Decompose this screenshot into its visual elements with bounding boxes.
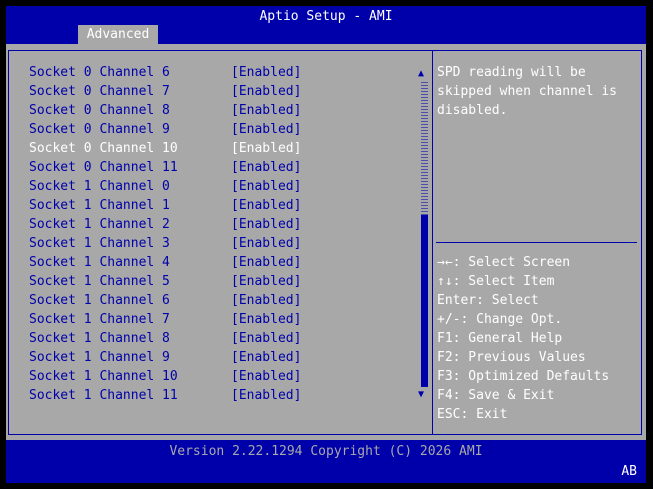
setting-value[interactable]: [Enabled] <box>231 272 301 291</box>
setting-label: Socket 1 Channel 6 <box>29 293 170 308</box>
window-title: Aptio Setup - AMI <box>259 9 393 24</box>
key-optimized-defaults: F3: Optimized Defaults <box>437 369 610 384</box>
scroll-down-icon[interactable]: ▼ <box>418 390 424 400</box>
tab-advanced[interactable]: Advanced <box>78 25 158 44</box>
setting-value[interactable]: [Enabled] <box>231 215 301 234</box>
setting-value[interactable]: [Enabled] <box>231 367 301 386</box>
panel-divider <box>432 50 433 435</box>
setting-value[interactable]: [Enabled] <box>231 386 301 405</box>
setting-label: Socket 1 Channel 10 <box>29 369 178 384</box>
setting-label: Socket 1 Channel 1 <box>29 198 170 213</box>
key-enter: Enter: Select <box>437 293 539 308</box>
setting-label: Socket 1 Channel 2 <box>29 217 170 232</box>
setting-value[interactable]: [Enabled] <box>231 310 301 329</box>
setting-label: Socket 1 Channel 5 <box>29 274 170 289</box>
setting-label: Socket 0 Channel 8 <box>29 103 170 118</box>
setting-value[interactable]: [Enabled] <box>231 82 301 101</box>
setting-label: Socket 0 Channel 7 <box>29 84 170 99</box>
setting-value[interactable]: [Enabled] <box>231 348 301 367</box>
key-general-help: F1: General Help <box>437 331 563 346</box>
footer-bar: Version 2.22.1294 Copyright (C) 2026 AMI… <box>6 440 646 483</box>
setting-label: Socket 1 Channel 8 <box>29 331 170 346</box>
help-divider <box>436 242 637 243</box>
setting-label: Socket 1 Channel 0 <box>29 179 170 194</box>
setting-label: Socket 0 Channel 10 <box>29 141 178 156</box>
setting-value[interactable]: [Enabled] <box>231 139 301 158</box>
setting-label: Socket 0 Channel 6 <box>29 65 170 80</box>
bios-frame: Aptio Setup - AMI Advanced Socket 0 Chan… <box>6 6 646 483</box>
title-bar: Aptio Setup - AMI Advanced <box>6 6 646 44</box>
key-select-screen: →←: Select Screen <box>437 255 571 270</box>
setting-label: Socket 1 Channel 11 <box>29 388 178 403</box>
setting-label: Socket 1 Channel 4 <box>29 255 170 270</box>
setting-label: Socket 0 Channel 9 <box>29 122 170 137</box>
key-change-opt: +/-: Change Opt. <box>437 312 563 327</box>
key-escape: ESC: Exit <box>437 407 508 422</box>
setting-label: Socket 0 Channel 11 <box>29 160 178 175</box>
key-save-exit: F4: Save & Exit <box>437 388 555 403</box>
setting-value[interactable]: [Enabled] <box>231 329 301 348</box>
setting-label: Socket 1 Channel 3 <box>29 236 170 251</box>
scrollbar-thumb[interactable] <box>421 215 428 387</box>
key-previous-values: F2: Previous Values <box>437 350 586 365</box>
setting-value[interactable]: [Enabled] <box>231 196 301 215</box>
setting-value[interactable]: [Enabled] <box>231 158 301 177</box>
setting-label: Socket 1 Channel 9 <box>29 350 170 365</box>
setting-value[interactable]: [Enabled] <box>231 234 301 253</box>
setting-label: Socket 1 Channel 7 <box>29 312 170 327</box>
key-select-item: ↑↓: Select Item <box>437 274 555 289</box>
setting-value[interactable]: [Enabled] <box>231 101 301 120</box>
setting-value[interactable]: [Enabled] <box>231 291 301 310</box>
key-legend: →←: Select Screen ↑↓: Select Item Enter:… <box>437 253 637 424</box>
setting-value[interactable]: [Enabled] <box>231 120 301 139</box>
setting-value[interactable]: [Enabled] <box>231 63 301 82</box>
setting-value[interactable]: [Enabled] <box>231 253 301 272</box>
footer-badge: AB <box>621 464 637 479</box>
help-text: SPD reading will be skipped when channel… <box>437 65 625 118</box>
scrollbar-dotted-area <box>421 80 428 215</box>
version-text: Version 2.22.1294 Copyright (C) 2026 AMI <box>169 444 483 459</box>
scroll-up-icon[interactable]: ▲ <box>418 69 424 79</box>
setting-value[interactable]: [Enabled] <box>231 177 301 196</box>
